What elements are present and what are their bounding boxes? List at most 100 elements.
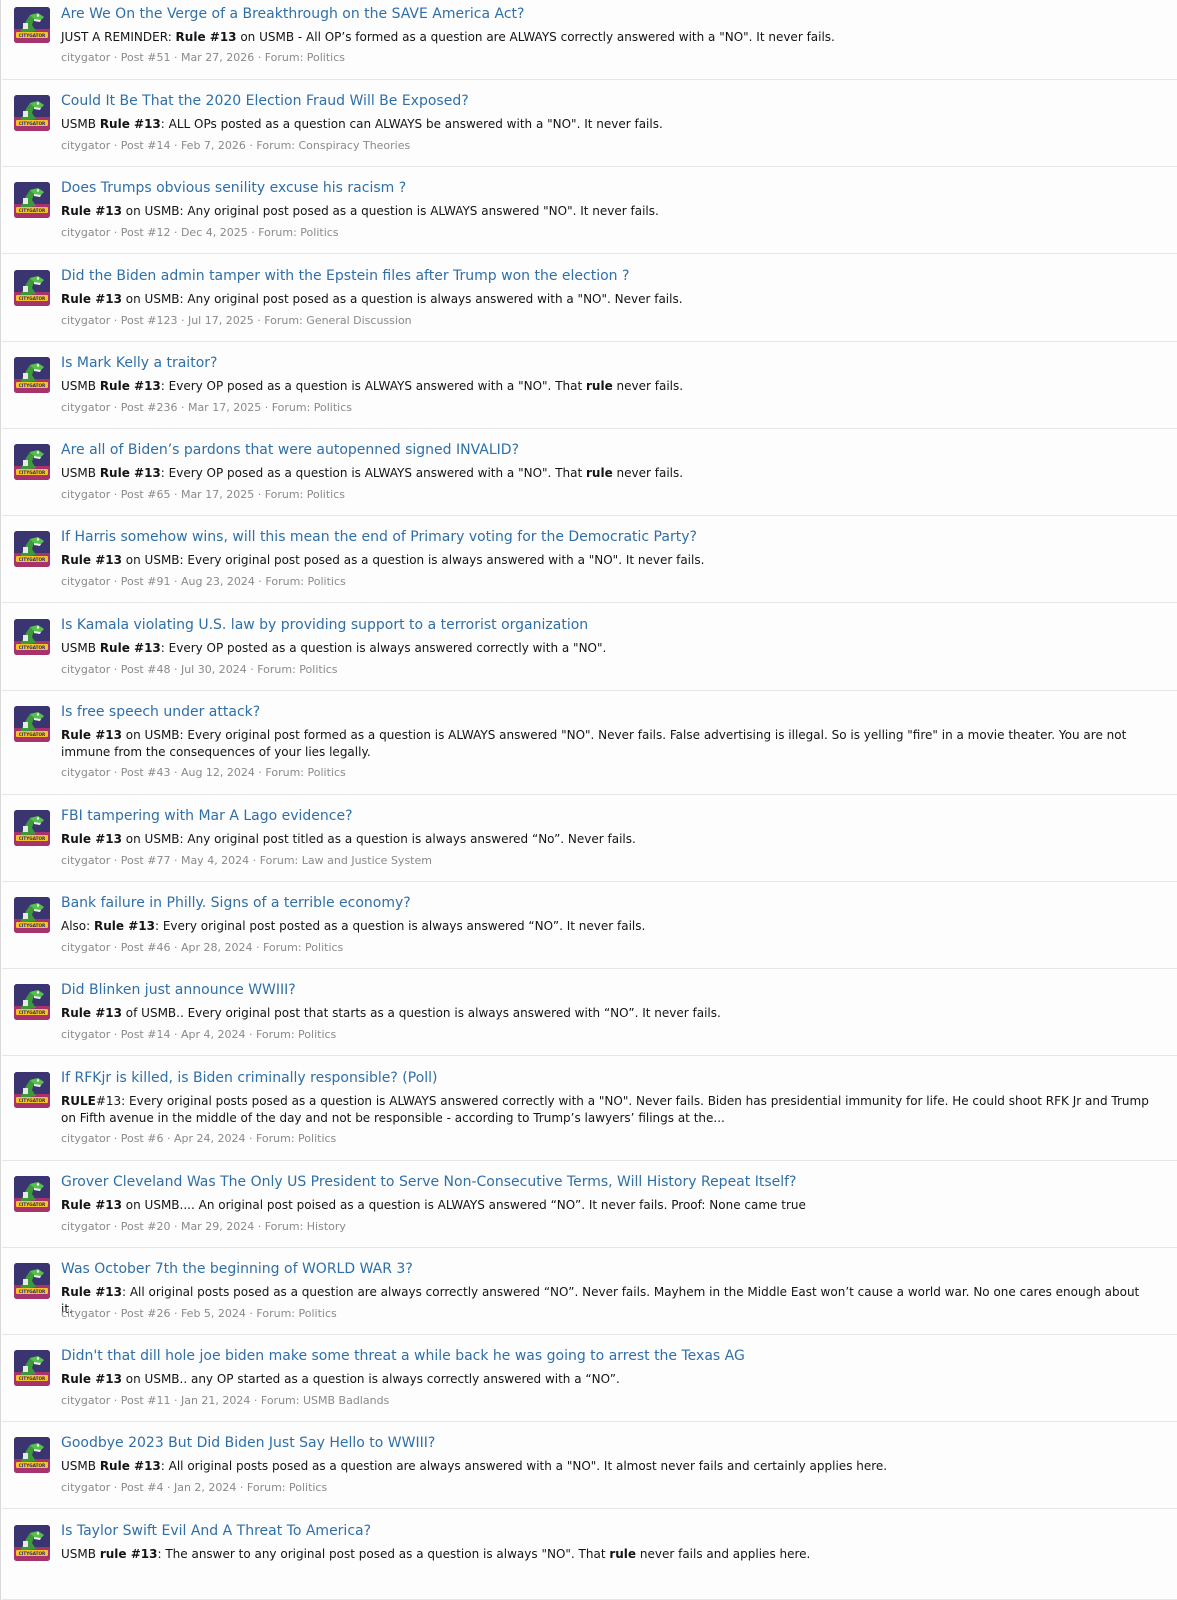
result-title-link[interactable]: FBI tampering with Mar A Lago evidence?	[61, 808, 353, 824]
post-date: Feb 7, 2026	[180, 139, 246, 152]
post-number-link[interactable]: Post #11	[121, 1394, 171, 1407]
user-avatar[interactable]: CITYGATOR	[14, 7, 50, 43]
author-link[interactable]: citygator	[61, 766, 110, 779]
snippet-highlight: Rule #13	[99, 117, 161, 131]
post-number-link[interactable]: Post #4	[121, 1481, 164, 1494]
user-avatar[interactable]: CITYGATOR	[14, 1437, 50, 1473]
user-avatar[interactable]: CITYGATOR	[14, 95, 50, 131]
result-title-link[interactable]: Does Trumps obvious senility excuse his …	[61, 180, 406, 196]
author-link[interactable]: citygator	[61, 1394, 110, 1407]
author-link[interactable]: citygator	[61, 575, 110, 588]
post-number-link[interactable]: Post #91	[121, 575, 171, 588]
result-title-link[interactable]: Is Kamala violating U.S. law by providin…	[61, 617, 588, 633]
result-title-link[interactable]: If RFKjr is killed, is Biden criminally …	[61, 1070, 438, 1086]
svg-text:CITYGATOR: CITYGATOR	[19, 470, 46, 475]
forum-link[interactable]: Forum: Politics	[257, 663, 337, 676]
author-link[interactable]: citygator	[61, 51, 110, 64]
search-result-item: CITYGATOR Did the Biden admin tamper wit…	[2, 254, 1177, 342]
author-link[interactable]: citygator	[61, 139, 110, 152]
result-title-link[interactable]: Could It Be That the 2020 Election Fraud…	[61, 93, 469, 109]
snippet-text: never fails and applies here.	[636, 1547, 811, 1561]
result-title-link[interactable]: Are We On the Verge of a Breakthrough on…	[61, 6, 524, 22]
result-title-link[interactable]: If Harris somehow wins, will this mean t…	[61, 529, 697, 545]
result-title-link[interactable]: Are all of Biden’s pardons that were aut…	[61, 442, 519, 458]
author-link[interactable]: citygator	[61, 941, 110, 954]
user-avatar[interactable]: CITYGATOR	[14, 444, 50, 480]
author-link[interactable]: citygator	[61, 1307, 110, 1320]
forum-link[interactable]: Forum: Conspiracy Theories	[256, 139, 410, 152]
post-number-link[interactable]: Post #65	[121, 488, 171, 501]
user-avatar[interactable]: CITYGATOR	[14, 1072, 50, 1108]
author-link[interactable]: citygator	[61, 1028, 110, 1041]
forum-link[interactable]: Forum: Politics	[256, 1028, 336, 1041]
forum-link[interactable]: Forum: Politics	[247, 1481, 327, 1494]
forum-link[interactable]: Forum: General Discussion	[264, 314, 411, 327]
forum-link[interactable]: Forum: USMB Badlands	[261, 1394, 389, 1407]
result-title-link[interactable]: Was October 7th the beginning of WORLD W…	[61, 1261, 413, 1277]
forum-link[interactable]: Forum: Politics	[265, 575, 345, 588]
user-avatar[interactable]: CITYGATOR	[14, 897, 50, 933]
user-avatar[interactable]: CITYGATOR	[14, 182, 50, 218]
author-link[interactable]: citygator	[61, 663, 110, 676]
snippet-text: : Every original post posted as a questi…	[154, 919, 646, 933]
user-avatar[interactable]: CITYGATOR	[14, 531, 50, 567]
post-number-link[interactable]: Post #26	[121, 1307, 171, 1320]
user-avatar[interactable]: CITYGATOR	[14, 1525, 50, 1561]
forum-link[interactable]: Forum: Law and Justice System	[260, 854, 432, 867]
post-number-link[interactable]: Post #123	[121, 314, 178, 327]
post-number-link[interactable]: Post #14	[121, 1028, 171, 1041]
forum-link[interactable]: Forum: Politics	[258, 226, 338, 239]
post-number-link[interactable]: Post #77	[121, 854, 171, 867]
post-number-link[interactable]: Post #51	[121, 51, 171, 64]
user-avatar[interactable]: CITYGATOR	[14, 810, 50, 846]
post-date: Jan 21, 2024	[180, 1394, 251, 1407]
post-number-link[interactable]: Post #6	[121, 1132, 164, 1145]
result-title-link[interactable]: Goodbye 2023 But Did Biden Just Say Hell…	[61, 1435, 435, 1451]
forum-link[interactable]: Forum: Politics	[256, 1307, 336, 1320]
post-number-link[interactable]: Post #20	[121, 1220, 171, 1233]
result-title-link[interactable]: Grover Cleveland Was The Only US Preside…	[61, 1174, 796, 1190]
result-title-link[interactable]: Bank failure in Philly. Signs of a terri…	[61, 895, 411, 911]
result-snippet: Rule #13 on USMB.... An original post po…	[61, 1197, 1151, 1214]
post-number-link[interactable]: Post #43	[121, 766, 171, 779]
post-number-link[interactable]: Post #236	[121, 401, 178, 414]
author-link[interactable]: citygator	[61, 401, 110, 414]
svg-text:CITYGATOR: CITYGATOR	[19, 296, 46, 301]
user-avatar[interactable]: CITYGATOR	[14, 619, 50, 655]
user-avatar[interactable]: CITYGATOR	[14, 706, 50, 742]
result-title-link[interactable]: Didn't that dill hole joe biden make som…	[61, 1348, 745, 1364]
user-avatar[interactable]: CITYGATOR	[14, 1176, 50, 1212]
post-number-link[interactable]: Post #46	[121, 941, 171, 954]
forum-link[interactable]: Forum: Politics	[265, 488, 345, 501]
author-link[interactable]: citygator	[61, 854, 110, 867]
author-link[interactable]: citygator	[61, 314, 110, 327]
user-avatar[interactable]: CITYGATOR	[14, 270, 50, 306]
forum-link[interactable]: Forum: Politics	[265, 766, 345, 779]
forum-link[interactable]: Forum: Politics	[263, 941, 343, 954]
author-link[interactable]: citygator	[61, 1132, 110, 1145]
result-title-link[interactable]: Is Mark Kelly a traitor?	[61, 355, 217, 371]
author-link[interactable]: citygator	[61, 1220, 110, 1233]
post-number-link[interactable]: Post #14	[121, 139, 171, 152]
forum-link[interactable]: Forum: Politics	[265, 51, 345, 64]
user-avatar[interactable]: CITYGATOR	[14, 984, 50, 1020]
snippet-highlight: Rule #13	[61, 1285, 122, 1299]
post-number-link[interactable]: Post #12	[121, 226, 171, 239]
result-title-link[interactable]: Did Blinken just announce WWIII?	[61, 982, 296, 998]
result-title-link[interactable]: Is Taylor Swift Evil And A Threat To Ame…	[61, 1523, 371, 1539]
forum-link[interactable]: Forum: History	[265, 1220, 346, 1233]
author-link[interactable]: citygator	[61, 1481, 110, 1494]
user-avatar[interactable]: CITYGATOR	[14, 1350, 50, 1386]
result-title-link[interactable]: Is free speech under attack?	[61, 704, 260, 720]
post-number-link[interactable]: Post #48	[121, 663, 171, 676]
search-result-item: CITYGATOR Bank failure in Philly. Signs …	[2, 881, 1177, 969]
result-snippet: Rule #13 on USMB.. any OP started as a q…	[61, 1371, 1151, 1388]
author-link[interactable]: citygator	[61, 226, 110, 239]
forum-link[interactable]: Forum: Politics	[256, 1132, 336, 1145]
result-title-link[interactable]: Did the Biden admin tamper with the Epst…	[61, 268, 629, 284]
author-link[interactable]: citygator	[61, 488, 110, 501]
user-avatar[interactable]: CITYGATOR	[14, 1263, 50, 1299]
snippet-highlight: Rule #13	[61, 204, 122, 218]
user-avatar[interactable]: CITYGATOR	[14, 357, 50, 393]
forum-link[interactable]: Forum: Politics	[272, 401, 352, 414]
